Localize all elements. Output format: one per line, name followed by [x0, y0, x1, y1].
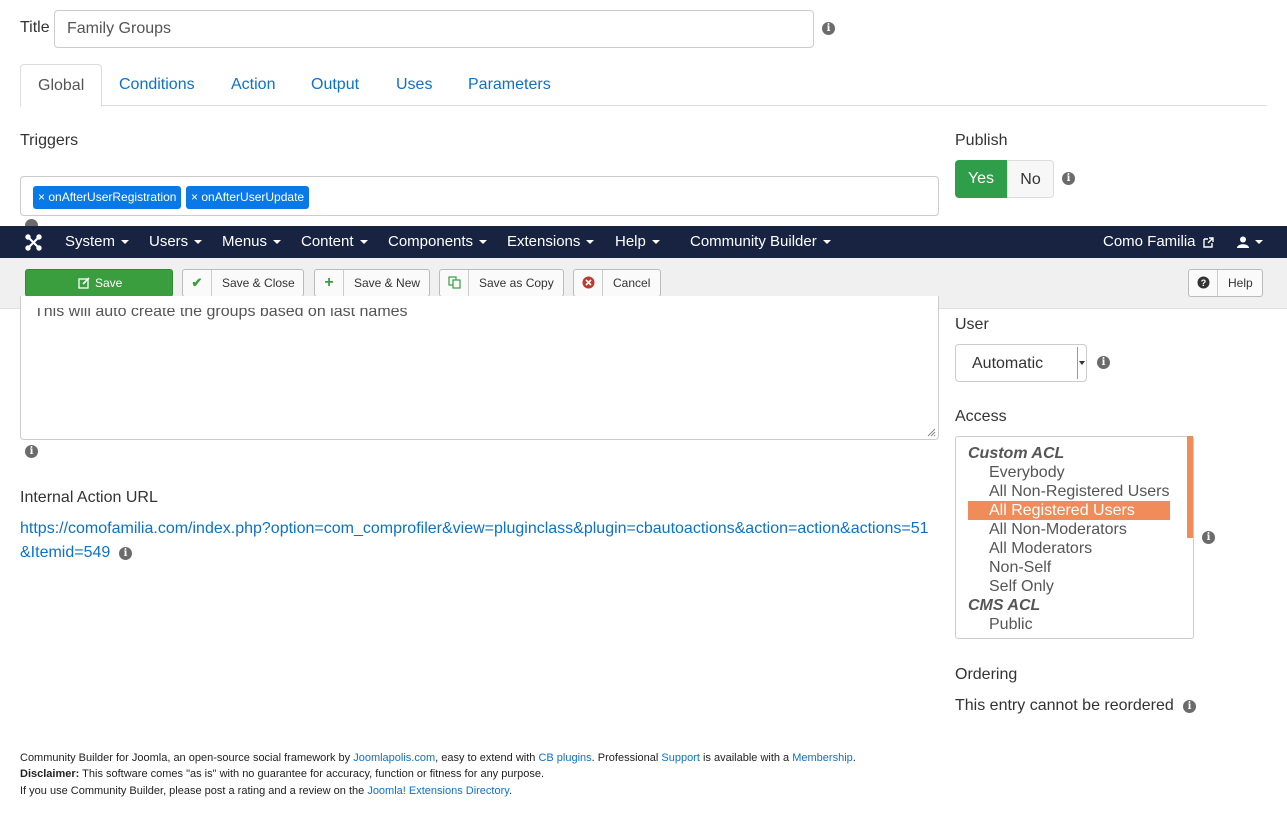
user-menu[interactable] — [1237, 226, 1263, 258]
internal-url-link-cont[interactable]: &Itemid=549 — [20, 544, 110, 562]
access-listbox[interactable]: Custom ACL Everybody All Non-Registered … — [955, 436, 1194, 639]
acl-option[interactable]: All Non-Moderators — [968, 520, 1170, 539]
ordering-label: Ordering — [955, 666, 1018, 683]
nav-content[interactable]: Content — [301, 226, 368, 258]
info-icon[interactable]: i — [822, 22, 835, 35]
title-label: Title — [20, 19, 50, 36]
caret-down-icon — [651, 240, 660, 245]
access-scrollbar[interactable] — [1187, 436, 1193, 538]
info-icon[interactable]: i — [1062, 172, 1075, 185]
publish-label: Publish — [955, 132, 1008, 149]
title-input[interactable]: Family Groups — [54, 10, 814, 48]
caret-down-icon — [1255, 240, 1263, 245]
nav-site-link[interactable]: Como Familia — [1103, 226, 1214, 258]
cb-plugins-link[interactable]: CB plugins — [538, 752, 591, 764]
resize-handle-icon[interactable] — [926, 427, 936, 437]
svg-text:?: ? — [1200, 278, 1206, 288]
tag-remove-icon[interactable]: × — [191, 190, 198, 204]
membership-link[interactable]: Membership — [792, 752, 853, 764]
tab-conditions[interactable]: Conditions — [102, 64, 212, 106]
help-button[interactable]: ? Help — [1188, 269, 1263, 297]
internal-url-label: Internal Action URL — [20, 489, 158, 506]
caret-down-icon — [586, 240, 595, 245]
acl-option[interactable]: Everybody — [968, 463, 1170, 482]
acl-option[interactable]: Non-Self — [968, 558, 1170, 577]
acl-option[interactable]: Self Only — [968, 577, 1170, 596]
footer-line-1: Community Builder for Joomla, an open-so… — [20, 752, 856, 764]
acl-option[interactable]: All Moderators — [968, 539, 1170, 558]
trigger-tag[interactable]: × onAfterUserRegistration — [33, 186, 182, 209]
copy-icon — [440, 270, 469, 296]
check-icon: ✔ — [183, 270, 212, 296]
caret-down-icon — [359, 240, 368, 245]
info-icon[interactable]: i — [1097, 356, 1110, 369]
acl-group-label: Custom ACL — [968, 445, 1065, 462]
footer-line-3: If you use Community Builder, please pos… — [20, 785, 512, 797]
admin-navbar: System Users Menus Content Components Ex… — [0, 226, 1287, 258]
nav-system[interactable]: System — [65, 226, 130, 258]
save-new-button[interactable]: + Save & New — [314, 269, 430, 297]
user-select[interactable]: Automatic — [955, 344, 1087, 382]
info-icon[interactable]: i — [119, 547, 132, 560]
acl-group-label: CMS ACL — [968, 597, 1041, 614]
trigger-tag[interactable]: × onAfterUserUpdate — [186, 186, 310, 209]
tab-bar: Global Conditions Action Output Uses Par… — [20, 64, 1267, 107]
triggers-input[interactable]: × onAfterUserRegistration × onAfterUserU… — [20, 176, 939, 216]
cancel-icon — [574, 270, 603, 296]
caret-down-icon — [822, 240, 831, 245]
save-copy-button[interactable]: Save as Copy — [439, 269, 564, 297]
internal-url-link[interactable]: https://comofamilia.com/index.php?option… — [20, 520, 929, 538]
triggers-label: Triggers — [20, 132, 79, 149]
joomla-logo-icon[interactable] — [24, 226, 42, 258]
edit-icon — [78, 277, 90, 289]
info-icon[interactable]: i — [25, 445, 38, 458]
tab-uses[interactable]: Uses — [379, 64, 449, 106]
support-link[interactable]: Support — [661, 752, 700, 764]
select-arrow-icon — [1077, 347, 1085, 379]
info-icon[interactable]: i — [1202, 531, 1215, 544]
tab-output[interactable]: Output — [294, 64, 376, 106]
footer-line-2: Disclaimer: This software comes "as is" … — [20, 768, 545, 780]
external-link-icon — [1203, 236, 1214, 248]
joomlapolis-link[interactable]: Joomlapolis.com — [353, 752, 435, 764]
caret-down-icon — [194, 240, 203, 245]
save-close-button[interactable]: ✔ Save & Close — [182, 269, 304, 297]
user-label: User — [955, 316, 989, 333]
acl-option[interactable]: Public — [968, 615, 1170, 634]
tab-global[interactable]: Global — [20, 64, 103, 107]
caret-down-icon — [479, 240, 488, 245]
info-icon[interactable]: i — [1183, 700, 1196, 713]
caret-down-icon — [273, 240, 282, 245]
nav-help[interactable]: Help — [615, 226, 660, 258]
acl-option-selected[interactable]: All Registered Users — [968, 501, 1170, 520]
nav-components[interactable]: Components — [388, 226, 488, 258]
nav-users[interactable]: Users — [149, 226, 203, 258]
nav-menus[interactable]: Menus — [222, 226, 282, 258]
access-label: Access — [955, 408, 1007, 425]
caret-down-icon — [121, 240, 130, 245]
tab-parameters[interactable]: Parameters — [451, 64, 568, 106]
publish-no-button[interactable]: No — [1007, 160, 1054, 198]
plus-icon: + — [315, 270, 344, 296]
save-button[interactable]: Save — [25, 269, 173, 297]
acl-option[interactable]: All Non-Registered Users — [968, 482, 1170, 501]
nav-extensions[interactable]: Extensions — [507, 226, 595, 258]
cancel-button[interactable]: Cancel — [573, 269, 661, 297]
publish-yes-button[interactable]: Yes — [955, 160, 1007, 198]
question-icon: ? — [1189, 270, 1218, 296]
ordering-text: This entry cannot be reordered — [955, 697, 1174, 714]
tag-remove-icon[interactable]: × — [38, 190, 45, 204]
nav-community-builder[interactable]: Community Builder — [690, 226, 831, 258]
info-icon — [25, 219, 38, 226]
tab-action[interactable]: Action — [214, 64, 292, 106]
user-icon — [1237, 236, 1249, 249]
jed-link[interactable]: Joomla! Extensions Directory — [367, 785, 509, 797]
user-select-value: Automatic — [972, 355, 1044, 372]
